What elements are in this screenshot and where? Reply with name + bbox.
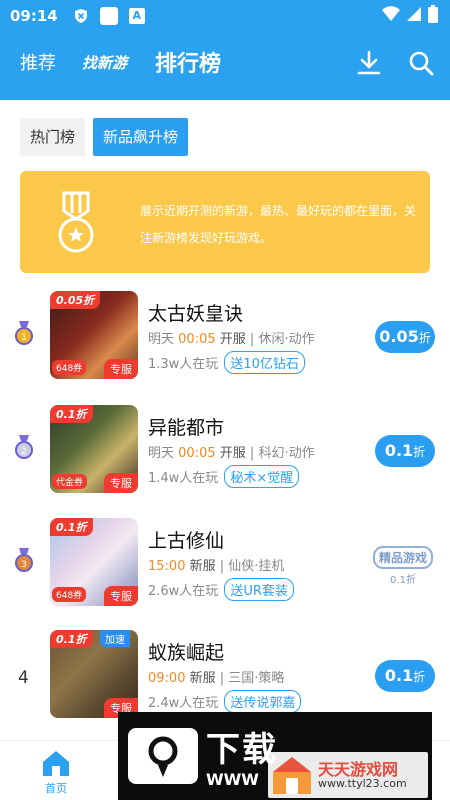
search-icon[interactable] (408, 50, 434, 76)
rank-number: 4 (18, 668, 29, 688)
a-status-icon: A (128, 7, 146, 25)
signal-icon (406, 6, 422, 26)
square-status-icon (99, 7, 118, 25)
rank-medal-gold-icon: 1 (14, 321, 34, 345)
wifi-icon (382, 6, 400, 26)
game-row[interactable]: 3 0.1折 648券 专服 上古修仙 15:00 新服 | 仙侠·挂机 2.6… (0, 518, 450, 618)
medal-icon (50, 191, 102, 259)
coupon-tag: 代金券 (52, 474, 88, 489)
game-players: 1.4w人在玩 秘术×觉醒 (148, 465, 300, 488)
svg-text:2: 2 (21, 447, 27, 457)
svg-text:1: 1 (21, 333, 27, 343)
speed-tag: 加速 (100, 630, 130, 647)
discount-button[interactable]: 0.1折 (375, 435, 435, 467)
discount-tag: 0.1折 (50, 630, 93, 648)
rank-medal-silver-icon: 2 (14, 435, 34, 459)
quality-seal: 精品游戏 0.1折 (368, 538, 438, 588)
watermark-url: WWW (206, 770, 259, 789)
seal-discount: 0.1折 (390, 575, 416, 586)
server-tag: 专服 (104, 359, 138, 379)
discount-tag: 0.05折 (50, 291, 101, 309)
status-time: 09:14 (10, 7, 58, 25)
bottom-nav-home-label: 首页 (45, 782, 67, 795)
seal-title: 精品游戏 (372, 546, 433, 569)
game-title[interactable]: 上古修仙 (148, 526, 224, 553)
game-players: 1.3w人在玩 送10亿钻石 (148, 351, 305, 374)
app-header: 09:14 A 推荐 找新游 排行榜 (0, 0, 450, 100)
battery-icon (428, 5, 438, 27)
status-bar: 09:14 A (0, 0, 450, 32)
game-title[interactable]: 异能都市 (148, 413, 224, 440)
discount-tag: 0.1折 (50, 518, 93, 536)
tab-recommend[interactable]: 推荐 (20, 49, 56, 75)
game-players: 2.4w人在玩 送传说郭嘉 (148, 690, 302, 713)
gift-badge: 送10亿钻石 (224, 351, 305, 374)
discount-button[interactable]: 0.05折 (375, 321, 435, 353)
game-thumbnail[interactable]: 0.1折 加速 专服 (50, 630, 138, 718)
server-tag: 专服 (104, 473, 138, 493)
game-thumbnail[interactable]: 0.1折 648券 专服 (50, 518, 138, 606)
banner-text: 展示近期开测的新游，最热、最好玩的都在里面，关注新游榜发现好玩游戏。 (140, 204, 417, 245)
game-meta: 09:00 新服 | 三国·策略 (148, 671, 285, 686)
chip-hot-ranking[interactable]: 热门榜 (20, 118, 86, 156)
game-thumbnail[interactable]: 0.05折 648券 专服 (50, 291, 138, 379)
ranking-chips: 热门榜 新品飙升榜 (20, 118, 189, 156)
tab-ranking[interactable]: 排行榜 (155, 46, 221, 78)
house-logo-icon (270, 754, 314, 800)
game-title[interactable]: 太古妖皇诀 (148, 299, 243, 326)
watermark-logo (128, 728, 198, 784)
discount-tag: 0.1折 (50, 405, 93, 423)
shield-status-icon (72, 7, 90, 25)
chip-new-rising[interactable]: 新品飙升榜 (93, 118, 189, 156)
gift-badge: 送UR套装 (224, 578, 294, 601)
download-icon[interactable] (356, 50, 382, 76)
gift-badge: 送传说郭嘉 (224, 690, 302, 713)
game-meta: 15:00 新服 | 仙侠·挂机 (148, 559, 285, 574)
home-icon (41, 751, 71, 780)
game-meta: 明天 00:05 开服 | 休闲·动作 (148, 332, 315, 347)
game-row[interactable]: 1 0.05折 648券 专服 太古妖皇诀 明天 00:05 开服 | 休闲·动… (0, 291, 450, 391)
watermark-site-url: www.ttyl23.com (318, 777, 407, 790)
coupon-tag: 648券 (52, 587, 87, 602)
top-nav: 推荐 找新游 排行榜 (0, 32, 450, 92)
coupon-tag: 648券 (52, 360, 87, 375)
server-tag: 专服 (104, 586, 138, 606)
gift-badge: 秘术×觉醒 (224, 465, 300, 488)
watermark-site: 天天游戏网 www.ttyl23.com (268, 752, 428, 798)
discount-button[interactable]: 0.1折 (375, 660, 435, 692)
game-meta: 明天 00:05 开服 | 科幻·动作 (148, 446, 315, 461)
rank-medal-bronze-icon: 3 (14, 548, 34, 572)
game-players: 2.6w人在玩 送UR套装 (148, 578, 294, 601)
game-thumbnail[interactable]: 0.1折 代金券 专服 (50, 405, 138, 493)
game-title[interactable]: 蚁族崛起 (148, 638, 224, 665)
info-banner: 展示近期开测的新游，最热、最好玩的都在里面，关注新游榜发现好玩游戏。 (20, 171, 430, 273)
bottom-nav-home[interactable]: 首页 (36, 749, 76, 796)
svg-text:3: 3 (21, 560, 27, 570)
tab-new-games[interactable]: 找新游 (82, 52, 127, 73)
game-row[interactable]: 2 0.1折 代金券 专服 异能都市 明天 00:05 开服 | 科幻·动作 1… (0, 405, 450, 505)
